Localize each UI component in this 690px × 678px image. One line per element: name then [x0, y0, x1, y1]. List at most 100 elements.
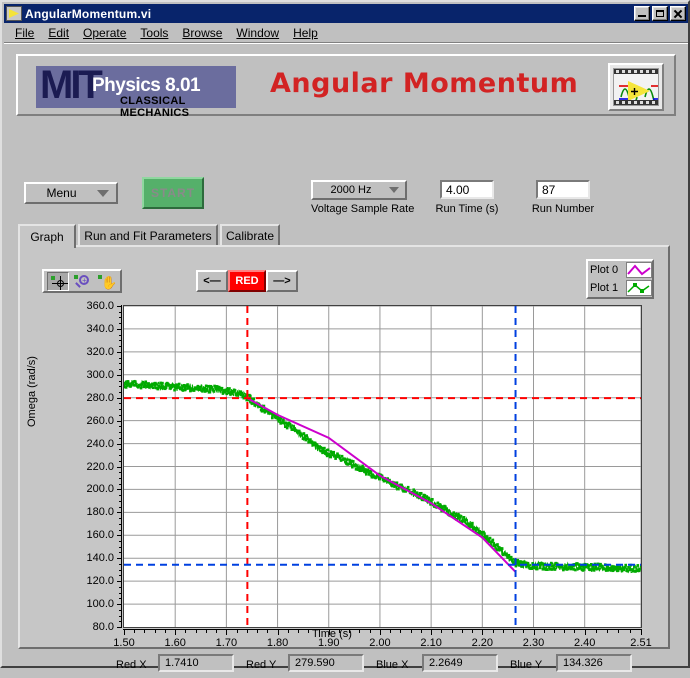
red-x-field[interactable]: 1.7410 — [158, 654, 234, 672]
legend-entry-plot0: Plot 0 — [588, 261, 652, 279]
plot-area[interactable] — [123, 305, 643, 628]
legend-label-plot1: Plot 1 — [590, 282, 619, 294]
menu-separator — [4, 42, 688, 44]
x-tick-mark-minor — [246, 630, 248, 633]
x-tick-label: 2.40 — [573, 637, 596, 649]
run-number-field[interactable]: 87 — [536, 180, 590, 199]
pan-tool-icon[interactable]: ✋ — [95, 271, 117, 291]
x-tick-mark — [379, 630, 381, 635]
x-tick-mark-minor — [144, 630, 146, 633]
x-tick-label: 2.20 — [471, 637, 494, 649]
menu-window[interactable]: Window — [229, 25, 286, 41]
x-tick-mark-minor — [205, 630, 207, 633]
title-bar: AngularMomentum.vi — [4, 4, 688, 23]
run-time-caption: Run Time (s) — [435, 203, 499, 215]
x-tick-mark-minor — [513, 630, 515, 633]
x-tick-label: 2.30 — [522, 637, 545, 649]
y-tick-label: 220.0 — [86, 460, 114, 473]
front-panel: MIT Physics 8.01 CLASSICAL MECHANICS Ang… — [6, 46, 686, 672]
application-window: AngularMomentum.vi File Edit Operate Too… — [0, 0, 690, 672]
x-tick-mark-minor — [607, 630, 609, 633]
start-button[interactable]: START — [142, 177, 204, 209]
y-tick-label: 280.0 — [86, 391, 114, 404]
x-tick-mark — [226, 630, 228, 635]
run-time-field[interactable]: 4.00 — [440, 180, 494, 199]
x-tick-mark-minor — [369, 630, 371, 633]
menu-dropdown-label: Menu — [46, 186, 77, 200]
x-tick-mark-minor — [574, 630, 576, 633]
x-tick-mark-minor — [400, 630, 402, 633]
tab-run-and-fit-parameters[interactable]: Run and Fit Parameters — [78, 224, 218, 246]
x-tick-label: 1.80 — [266, 637, 289, 649]
blue-y-field[interactable]: 134.326 — [556, 654, 632, 672]
blue-x-field[interactable]: 2.2649 — [422, 654, 498, 672]
x-tick-mark-minor — [451, 630, 453, 633]
x-tick-mark-minor — [338, 630, 340, 633]
x-tick-mark-minor — [287, 630, 289, 633]
cursor-readout-bar: Red X 1.7410 Red Y 279.590 Blue X 2.2649… — [18, 654, 670, 678]
x-tick-mark-minor — [257, 630, 259, 633]
y-tick-label: 200.0 — [86, 483, 114, 496]
x-axis-line — [123, 629, 642, 630]
tab-strip: Graph Run and Fit Parameters Calibrate — [18, 224, 668, 248]
x-tick-mark-minor — [618, 630, 620, 633]
legend-entry-plot1: Plot 1 — [588, 279, 652, 297]
y-tick-label: 340.0 — [86, 322, 114, 335]
tab-calibrate[interactable]: Calibrate — [220, 224, 280, 246]
plot-legend[interactable]: Plot 0 Plot 1 — [586, 259, 654, 299]
x-tick-label: 2.00 — [369, 637, 391, 649]
graph-tab-panel: + ✋ <— RED —> Plot 0 Plot 1 Omega (rad/s… — [18, 245, 670, 649]
red-x-label: Red X — [116, 659, 147, 671]
zoom-tool-icon[interactable]: + — [71, 271, 94, 291]
close-button[interactable] — [670, 6, 686, 21]
header-banner: MIT Physics 8.01 CLASSICAL MECHANICS Ang… — [16, 54, 676, 119]
sample-rate-dropdown[interactable]: 2000 Hz — [311, 180, 407, 200]
minimize-button[interactable] — [634, 6, 650, 21]
red-y-field[interactable]: 279.590 — [288, 654, 364, 672]
tab-graph[interactable]: Graph — [18, 224, 76, 248]
y-tick-label: 180.0 — [86, 506, 114, 519]
x-tick-mark-minor — [629, 630, 631, 633]
menu-help[interactable]: Help — [286, 25, 325, 41]
cursor-next-button[interactable]: —> — [266, 270, 298, 292]
blue-x-label: Blue X — [376, 659, 409, 671]
menu-edit[interactable]: Edit — [41, 25, 76, 41]
x-tick-mark-minor — [420, 630, 422, 633]
menu-browse[interactable]: Browse — [175, 25, 229, 41]
x-tick-mark-minor — [359, 630, 361, 633]
menu-operate[interactable]: Operate — [76, 25, 133, 41]
course-label: Physics 8.01 — [92, 75, 201, 96]
x-tick-mark-minor — [410, 630, 412, 633]
x-tick-label: 1.60 — [164, 637, 186, 649]
x-tick-mark — [328, 630, 330, 635]
active-cursor-label[interactable]: RED — [228, 270, 266, 292]
maximize-button[interactable] — [652, 6, 668, 21]
x-tick-mark-minor — [318, 630, 320, 633]
x-tick-mark-minor — [461, 630, 463, 633]
x-tick-mark-minor — [502, 630, 504, 633]
sample-rate-value: 2000 Hz — [330, 184, 372, 196]
y-tick-label: 80.0 — [92, 621, 114, 633]
menu-bar: File Edit Operate Tools Browse Window He… — [4, 24, 688, 42]
menu-dropdown[interactable]: Menu — [24, 182, 118, 204]
red-y-label: Red Y — [246, 659, 277, 671]
cursor-prev-button[interactable]: <— — [196, 270, 228, 292]
x-tick-label: 1.70 — [215, 637, 238, 649]
x-tick-mark — [124, 630, 125, 635]
x-tick-mark — [533, 630, 535, 635]
menu-file[interactable]: File — [8, 25, 41, 41]
plot-canvas — [123, 305, 643, 627]
y-tick-label: 140.0 — [86, 552, 114, 565]
x-tick-mark-minor — [564, 630, 566, 633]
x-tick-mark-minor — [543, 630, 545, 633]
y-tick-label: 240.0 — [86, 437, 114, 450]
y-tick-label: 120.0 — [86, 575, 114, 588]
cursor-tool-icon[interactable] — [47, 271, 70, 291]
window-buttons — [634, 6, 686, 21]
y-tick-label: 320.0 — [86, 345, 114, 358]
x-tick-mark-minor — [553, 630, 555, 633]
y-tick-label: 360.0 — [86, 300, 114, 312]
x-tick-mark-minor — [390, 630, 392, 633]
menu-tools[interactable]: Tools — [133, 25, 175, 41]
x-tick-mark-minor — [472, 630, 474, 633]
